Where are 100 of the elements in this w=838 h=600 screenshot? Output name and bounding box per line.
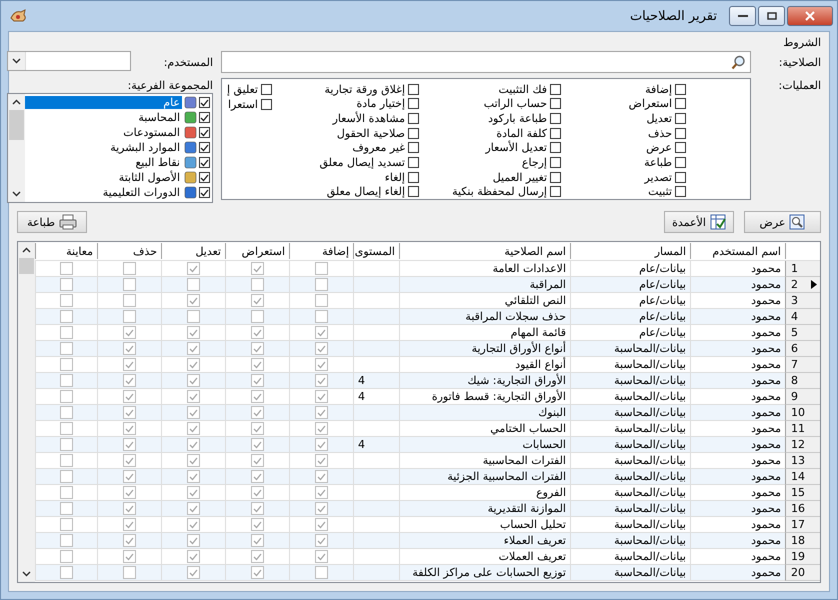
grid-checkbox[interactable] (123, 310, 136, 323)
row-header[interactable]: 19 (785, 549, 820, 565)
grid-checkbox[interactable] (315, 406, 328, 419)
grid-checkbox[interactable] (187, 566, 200, 579)
grid-checkbox[interactable] (315, 342, 328, 355)
grid-checkbox[interactable] (187, 470, 200, 483)
column-header[interactable]: المسار (570, 243, 690, 259)
checkbox[interactable] (408, 186, 419, 198)
checkbox[interactable] (675, 128, 686, 139)
checkbox[interactable] (408, 142, 419, 154)
grid-checkbox[interactable] (315, 422, 328, 435)
grid-checkbox[interactable] (251, 358, 264, 371)
checkbox[interactable] (550, 142, 561, 154)
checkbox[interactable] (408, 128, 419, 139)
grid-checkbox[interactable] (315, 518, 328, 531)
grid-checkbox[interactable] (187, 406, 200, 419)
grid-checkbox[interactable] (60, 310, 73, 323)
grid-checkbox[interactable] (315, 454, 328, 467)
grid-checkbox[interactable] (123, 326, 136, 339)
grid-checkbox[interactable] (251, 342, 264, 355)
grid-checkbox[interactable] (60, 534, 73, 547)
subgroup-item[interactable]: نقاط البيع (133, 156, 182, 169)
subgroup-item[interactable]: الموارد البشرية (108, 141, 182, 154)
row-header[interactable]: 9 (785, 389, 820, 405)
checkbox[interactable] (408, 98, 419, 110)
grid-checkbox[interactable] (315, 390, 328, 403)
grid-checkbox[interactable] (60, 406, 73, 419)
subgroup-item[interactable]: عام (25, 96, 182, 109)
grid-checkbox[interactable] (187, 342, 200, 355)
grid-checkbox[interactable] (123, 262, 136, 275)
grid-checkbox[interactable] (123, 534, 136, 547)
grid-checkbox[interactable] (123, 422, 136, 435)
checkbox[interactable] (261, 99, 272, 110)
grid-checkbox[interactable] (315, 294, 328, 307)
checkbox[interactable] (408, 156, 419, 168)
grid-checkbox[interactable] (315, 278, 328, 291)
grid-checkbox[interactable] (251, 438, 264, 451)
checkbox[interactable] (199, 172, 210, 183)
grid-checkbox[interactable] (251, 550, 264, 563)
grid-checkbox[interactable] (251, 454, 264, 467)
row-header[interactable]: 12 (785, 437, 820, 453)
row-header[interactable]: 16 (785, 501, 820, 517)
grid-checkbox[interactable] (187, 278, 200, 291)
grid-checkbox[interactable] (60, 294, 73, 307)
grid-checkbox[interactable] (123, 566, 136, 579)
minimize-button[interactable] (729, 6, 756, 26)
grid-checkbox[interactable] (251, 406, 264, 419)
grid-checkbox[interactable] (60, 422, 73, 435)
grid-checkbox[interactable] (60, 518, 73, 531)
grid-checkbox[interactable] (60, 374, 73, 387)
grid-checkbox[interactable] (123, 342, 136, 355)
checkbox[interactable] (675, 186, 686, 198)
grid-checkbox[interactable] (123, 390, 136, 403)
checkbox[interactable] (199, 187, 210, 198)
checkbox[interactable] (550, 98, 561, 110)
grid-checkbox[interactable] (251, 518, 264, 531)
grid-checkbox[interactable] (251, 326, 264, 339)
grid-checkbox[interactable] (315, 486, 328, 499)
grid-checkbox[interactable] (251, 566, 264, 579)
grid-checkbox[interactable] (60, 262, 73, 275)
grid-checkbox[interactable] (123, 294, 136, 307)
grid-checkbox[interactable] (123, 374, 136, 387)
print-button[interactable]: طباعة (17, 211, 87, 233)
close-button[interactable] (787, 6, 833, 26)
subgroup-item[interactable]: المحاسبة (136, 111, 182, 124)
checkbox[interactable] (550, 156, 561, 168)
grid-checkbox[interactable] (315, 550, 328, 563)
column-header[interactable]: إضافة (289, 243, 353, 259)
columns-button[interactable]: الأعمدة (664, 211, 734, 233)
checkbox[interactable] (550, 172, 561, 183)
maximize-button[interactable] (758, 6, 785, 26)
grid-checkbox[interactable] (251, 310, 264, 323)
grid-checkbox[interactable] (187, 454, 200, 467)
grid-checkbox[interactable] (60, 486, 73, 499)
grid-checkbox[interactable] (123, 518, 136, 531)
checkbox[interactable] (675, 113, 686, 124)
grid-checkbox[interactable] (315, 358, 328, 371)
grid-checkbox[interactable] (187, 262, 200, 275)
checkbox[interactable] (408, 113, 419, 124)
checkbox[interactable] (408, 84, 419, 95)
checkbox[interactable] (199, 127, 210, 138)
grid-checkbox[interactable] (251, 278, 264, 291)
grid-checkbox[interactable] (315, 326, 328, 339)
checkbox[interactable] (550, 128, 561, 139)
row-header[interactable]: 1 (785, 261, 820, 277)
grid-checkbox[interactable] (123, 550, 136, 563)
checkbox[interactable] (675, 84, 686, 95)
grid-checkbox[interactable] (315, 534, 328, 547)
grid-checkbox[interactable] (60, 502, 73, 515)
grid-checkbox[interactable] (315, 502, 328, 515)
row-header[interactable]: 5 (785, 325, 820, 341)
column-header[interactable]: اسم الصلاحية (399, 243, 570, 259)
grid-checkbox[interactable] (123, 406, 136, 419)
grid-checkbox[interactable] (187, 518, 200, 531)
row-header[interactable]: 20 (785, 565, 820, 581)
grid-checkbox[interactable] (315, 566, 328, 579)
subgroup-item[interactable]: الدورات التعليمية (100, 186, 182, 199)
grid-checkbox[interactable] (60, 470, 73, 483)
grid-checkbox[interactable] (251, 502, 264, 515)
grid-checkbox[interactable] (123, 438, 136, 451)
